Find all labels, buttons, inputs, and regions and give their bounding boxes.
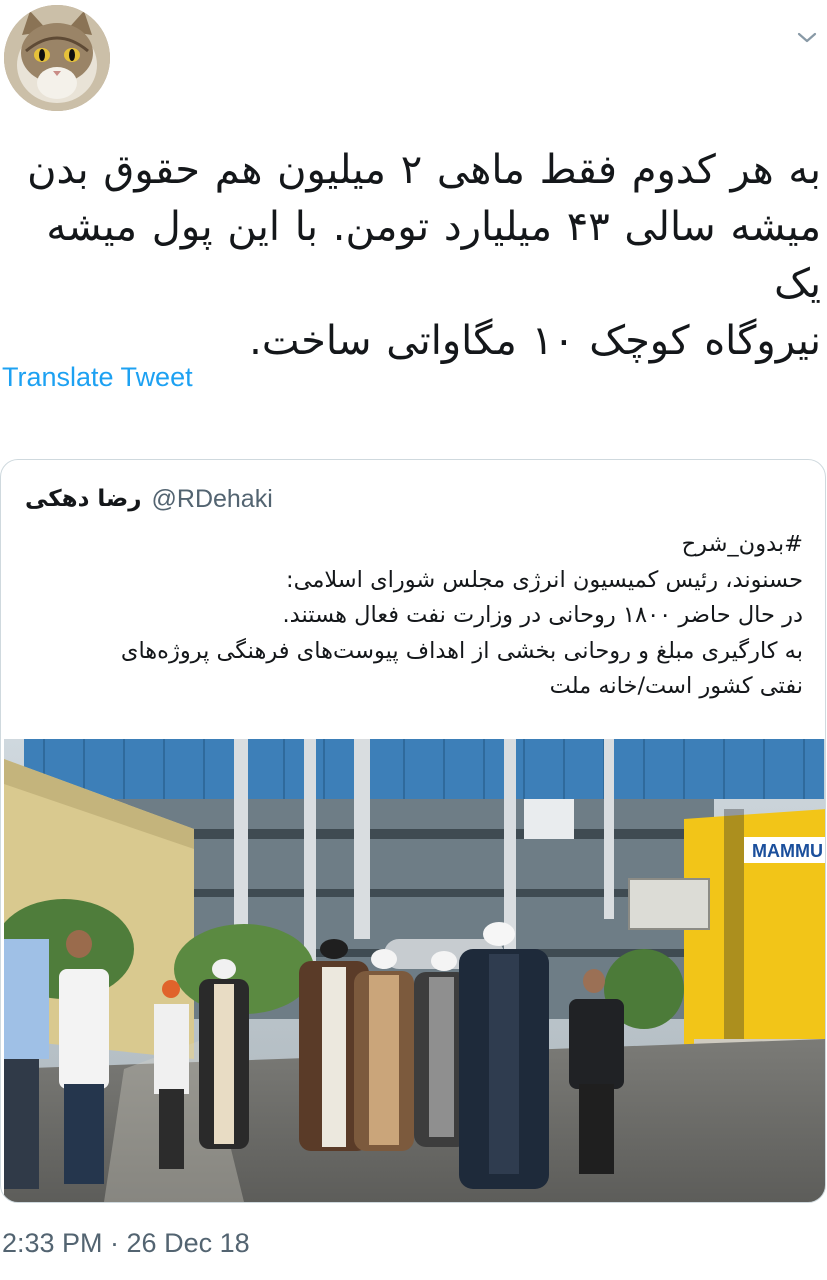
cat-avatar-icon bbox=[4, 5, 110, 111]
translate-tweet-link[interactable]: Translate Tweet bbox=[2, 362, 193, 393]
author-avatar[interactable] bbox=[4, 5, 110, 111]
quoted-tweet-card[interactable]: رضا دهکی @RDehaki #بدون_شرح حسنوند، رئیس… bbox=[0, 459, 826, 1203]
quoted-tweet-text: #بدون_شرح حسنوند، رئیس کمیسیون انرژی مجل… bbox=[21, 527, 803, 705]
quoted-text-line: به کارگیری مبلغ و روحانی بخشی از اهداف پ… bbox=[120, 637, 803, 664]
quoted-text-line: حسنوند، رئیس کمیسیون انرژی مجلس شورای اس… bbox=[286, 566, 803, 593]
quoted-tweet-header: رضا دهکی @RDehaki bbox=[25, 480, 273, 518]
tweet-text: به هر کدوم فقط ماهی ۲ میلیون هم حقوق بدن… bbox=[20, 142, 821, 370]
tweet-text-line: میشه سالی ۴۳ میلیارد تومن. با این پول می… bbox=[46, 204, 821, 307]
hashtag-link[interactable]: #بدون_شرح bbox=[21, 527, 803, 563]
quoted-text-line: در حال حاضر ۱۸۰۰ روحانی در وزارت نفت فعا… bbox=[282, 602, 803, 628]
container-sign-text: MAMMU bbox=[752, 841, 823, 861]
quoted-author-handle: @RDehaki bbox=[151, 484, 273, 513]
tweet-timestamp[interactable]: 2:33 PM · 26 Dec 18 bbox=[2, 1228, 250, 1259]
chevron-down-icon[interactable] bbox=[795, 25, 819, 49]
quoted-author-name: رضا دهکی bbox=[25, 486, 142, 512]
quoted-text-line: نفتی کشور است/خانه ملت bbox=[549, 673, 803, 699]
power-plant-photo: MAMMU bbox=[4, 739, 825, 1202]
tweet-text-line: به هر کدوم فقط ماهی ۲ میلیون هم حقوق بدن bbox=[27, 147, 821, 193]
quoted-tweet-photo[interactable]: MAMMU bbox=[4, 739, 825, 1202]
